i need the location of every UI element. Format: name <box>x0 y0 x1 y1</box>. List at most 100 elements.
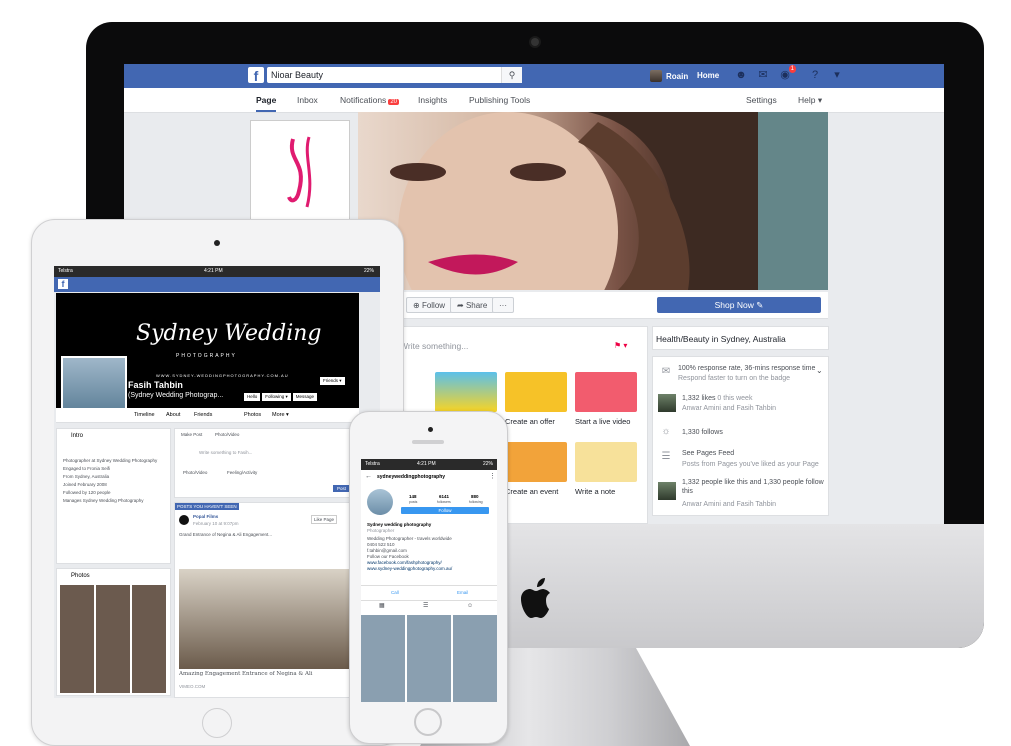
home-link[interactable]: Home <box>697 68 719 84</box>
posts-header: POSTS YOU HAVEN'T SEEN <box>175 503 239 510</box>
facebook-logo-icon[interactable]: f <box>58 279 68 289</box>
photos-grid[interactable] <box>60 585 168 693</box>
tab-photos[interactable]: Photos <box>244 412 261 418</box>
user-profile-link[interactable]: Roain <box>650 68 688 84</box>
shop-now-button[interactable]: Shop Now ✎ <box>657 297 821 313</box>
notifications-icon[interactable]: ◉ 1 <box>778 65 796 82</box>
share-button[interactable]: ➦ Share <box>450 297 495 313</box>
message-button[interactable]: Message <box>292 393 318 401</box>
facebook-logo-icon[interactable]: f <box>248 67 264 84</box>
chevron-down-icon[interactable]: ▾ <box>830 68 844 82</box>
battery: 22% <box>482 461 493 467</box>
photo-video-tab[interactable]: Photo/Video <box>215 431 239 438</box>
tile-live-video-label[interactable]: Start a live video <box>575 417 630 426</box>
flag-icon[interactable]: ⚑ ▾ <box>614 341 627 350</box>
tile-photo-illustration[interactable] <box>435 372 497 412</box>
ipad-camera-icon <box>214 240 220 246</box>
tile-note-illustration[interactable] <box>575 442 637 482</box>
ig-profile-picture[interactable] <box>367 489 393 515</box>
post-caption[interactable]: Amazing Engagement Entrance of Negina & … <box>179 671 313 678</box>
tagged-icon[interactable]: ☺ <box>467 603 473 610</box>
follow-label: Follow <box>421 301 446 310</box>
tab-more[interactable]: More ▾ <box>272 412 289 418</box>
nioar-logo-icon <box>287 136 312 208</box>
friends-button[interactable]: Friends ▾ <box>320 377 345 385</box>
page-profile-picture[interactable] <box>250 120 350 230</box>
help-icon[interactable]: ? <box>808 68 822 82</box>
tab-help[interactable]: Help ▾ <box>798 88 822 112</box>
tab-notifications[interactable]: Notifications 20 <box>340 88 399 112</box>
bio-category: Photographer <box>367 528 395 533</box>
ipad-home-button[interactable] <box>202 708 232 738</box>
cover-photo[interactable] <box>358 112 828 290</box>
intro-card: Intro Photographer at Sydney Wedding Pho… <box>56 428 171 564</box>
tab-settings[interactable]: Settings <box>746 88 777 112</box>
response-rate: 100% response rate, 36-mins response tim… <box>678 365 816 372</box>
cover-url: WWW.SYDNEY-WEDDINGPHOTOGRAPHY.COM.AU <box>156 373 289 378</box>
follow-button[interactable]: ⊕ Follow <box>406 297 453 313</box>
tab-help-label: Help <box>798 95 816 105</box>
photo-video-button[interactable]: Photo/Video <box>183 469 207 476</box>
composer-input[interactable]: Write something... <box>400 341 468 351</box>
make-post-tab[interactable]: Make Post <box>181 431 202 438</box>
hello-button[interactable]: Hello <box>244 393 261 401</box>
search-icon[interactable]: ⚲ <box>501 67 522 83</box>
following-button[interactable]: Following ▾ <box>262 393 291 401</box>
follower-avatar <box>658 482 676 500</box>
iphone-home-button[interactable] <box>414 708 442 736</box>
chevron-down-icon[interactable]: ⌄ <box>816 366 823 375</box>
back-arrow-icon[interactable]: ← <box>365 473 372 480</box>
post-image[interactable] <box>179 569 351 669</box>
bio-link[interactable]: www.sydney-weddingphotography.com.au/ <box>367 565 452 572</box>
post-author[interactable]: Popal Films <box>193 513 218 520</box>
liker-avatar <box>658 394 676 412</box>
ig-follow-button[interactable]: Follow <box>401 507 489 514</box>
likes-row: 1,332 likes 0 this week <box>682 394 752 403</box>
tab-page[interactable]: Page <box>256 88 277 112</box>
tile-note-label[interactable]: Write a note <box>575 487 615 496</box>
friend-requests-icon[interactable]: ☻ <box>734 68 748 82</box>
tab-timeline[interactable]: Timeline <box>134 412 155 418</box>
pages-feed-link[interactable]: See Pages Feed <box>682 449 734 458</box>
tab-publishing-tools[interactable]: Publishing Tools <box>469 88 530 112</box>
follows-icon: ☼ <box>661 426 671 437</box>
tile-offer-illustration[interactable] <box>505 372 567 412</box>
followers-label: followers <box>437 500 451 504</box>
tile-event-illustration[interactable] <box>505 442 567 482</box>
messenger-icon[interactable]: ✉ <box>756 68 770 82</box>
feed-icon: ☰ <box>661 451 671 462</box>
ig-photo-grid[interactable] <box>361 615 497 702</box>
intro-line: Followed by 120 people <box>63 490 111 495</box>
tab-inbox[interactable]: Inbox <box>297 88 318 112</box>
tile-offer-label[interactable]: Create an offer <box>505 417 555 426</box>
shop-now-label: Shop Now <box>714 300 754 310</box>
post-button[interactable]: Post <box>333 485 351 492</box>
list-view-icon[interactable]: ☰ <box>423 603 428 610</box>
user-name: Roain <box>666 71 689 81</box>
tab-insights[interactable]: Insights <box>418 88 447 112</box>
options-icon[interactable]: ⋮ <box>489 473 496 480</box>
notification-count-badge: 1 <box>788 65 796 73</box>
topbar-icons: ☻ ✉ ◉ 1 ? ▾ <box>734 65 844 82</box>
search-input[interactable] <box>267 67 521 83</box>
ipad-screen: Telstra 4:21 PM 22% f Sydney Wedding PHO… <box>54 266 380 698</box>
feeling-button[interactable]: Feeling/Activity <box>227 469 257 476</box>
grid-view-icon[interactable]: ▦ <box>379 603 385 610</box>
intro-line: Photographer at Sydney Wedding Photograp… <box>63 458 158 463</box>
page-category[interactable]: Health/Beauty in Sydney, Australia <box>656 335 786 344</box>
tile-event-label[interactable]: Create an event <box>505 487 558 496</box>
photos-card: Photos <box>56 568 171 696</box>
cover-title: Sydney Wedding <box>136 321 322 346</box>
tab-about[interactable]: About <box>166 412 180 418</box>
follows-count: 1,330 follows <box>682 429 723 436</box>
tab-friends[interactable]: Friends <box>194 412 212 418</box>
tile-live-video-illustration[interactable] <box>575 372 637 412</box>
call-button[interactable]: Call <box>391 589 399 596</box>
like-page-button[interactable]: Like Page <box>311 515 338 524</box>
camera-icon <box>531 38 539 46</box>
email-button[interactable]: Email <box>457 589 468 596</box>
ipad-profile-tabs: Timeline About Friends Photos More ▾ <box>56 408 359 423</box>
more-button[interactable]: ··· <box>492 297 514 313</box>
response-icon: ✉ <box>661 366 671 377</box>
write-post-input[interactable]: Write something to Fasih... <box>199 449 252 456</box>
